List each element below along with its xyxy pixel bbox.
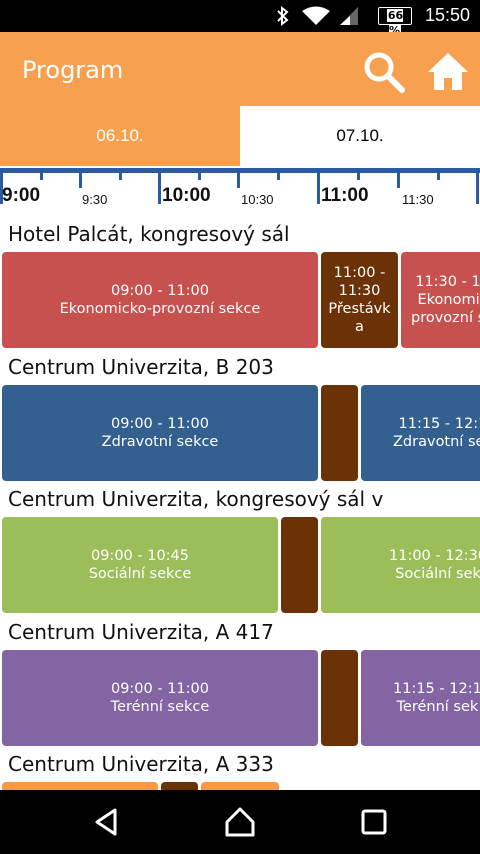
battery-icon: 66 %	[378, 7, 412, 37]
event-block[interactable]: 09:00 - 11:00 Terénní sekce	[2, 650, 318, 746]
room-title: Centrum Univerzita, A 333	[8, 752, 274, 776]
event-text: 09:00 - 11:00 Zdravotní sekce	[101, 416, 219, 450]
event-text: 11:15 - 12:1 Terénní sek	[393, 681, 480, 715]
wifi-icon	[302, 6, 330, 25]
status-bar: 66 % 15:50	[0, 0, 480, 37]
bluetooth-icon	[277, 6, 289, 26]
tick	[437, 168, 440, 180]
event-text: 11:00 - 11:30 Přestávk a	[328, 265, 391, 335]
room-title: Centrum Univerzita, A 417	[8, 620, 274, 644]
tick-10-30	[237, 168, 240, 188]
tick	[357, 168, 360, 180]
signal-icon	[340, 7, 358, 25]
room-title: Centrum Univerzita, kongresový sál v	[8, 487, 384, 511]
event-block[interactable]: 11:00 - 12:30 Sociální sek	[321, 517, 480, 613]
home-icon[interactable]	[426, 50, 470, 94]
system-nav-bar	[0, 790, 480, 854]
room-title: Hotel Palcát, kongresový sál	[8, 222, 290, 246]
event-text: 11:15 - 12:1 Zdravotní sek	[393, 416, 480, 450]
time-label: 10:30	[241, 192, 274, 207]
clock: 15:50	[424, 5, 470, 25]
event-block[interactable]: 11:15 - 12:1 Zdravotní sek	[361, 385, 480, 481]
event-block[interactable]: 11:00 - 11:30 Přestávk a	[321, 252, 398, 348]
tick-10-00	[158, 168, 161, 204]
tick-9-30	[79, 168, 82, 188]
app-bar: Program	[0, 32, 480, 106]
event-text: 11:30 - 12 Ekonomic provozní se	[411, 274, 480, 326]
event-block[interactable]: 11:30 - 12 Ekonomic provozní se	[401, 252, 480, 348]
tick	[40, 168, 43, 180]
app-title: Program	[22, 56, 124, 84]
time-label: 11:00	[321, 185, 369, 206]
event-block[interactable]: 11:15 - 12:1 Terénní sek	[361, 650, 480, 746]
tick	[277, 168, 280, 180]
tick-11-30	[397, 168, 400, 188]
tick-12-00	[476, 168, 479, 204]
recents-icon[interactable]	[358, 806, 390, 838]
date-tabs: 06.10. 07.10.	[0, 106, 480, 166]
time-label: 11:30	[402, 192, 434, 207]
room-title: Centrum Univerzita, B 203	[8, 355, 274, 379]
time-ruler: 9:00 9:30 10:00 10:30 11:00 11:30	[0, 168, 480, 210]
event-block[interactable]: 09:00 - 11:00 Zdravotní sekce	[2, 385, 318, 481]
search-icon[interactable]	[362, 50, 406, 94]
time-label: 9:00	[2, 185, 41, 206]
tick-11-00	[317, 168, 320, 204]
home-nav-icon[interactable]	[224, 806, 256, 838]
ruler-baseline	[0, 168, 480, 173]
event-text: 09:00 - 11:00 Terénní sekce	[110, 681, 210, 715]
event-text: 09:00 - 10:45 Sociální sekce	[88, 548, 192, 582]
time-label: 9:30	[82, 192, 108, 207]
event-block[interactable]	[321, 650, 358, 746]
event-block[interactable]	[321, 385, 358, 481]
event-block[interactable]: 09:00 - 10:45 Sociální sekce	[2, 517, 278, 613]
time-label: 10:00	[162, 185, 211, 206]
tab-07-10[interactable]: 07.10.	[240, 106, 480, 166]
tab-06-10[interactable]: 06.10.	[0, 106, 240, 166]
tick	[119, 168, 122, 180]
event-text: 11:00 - 12:30 Sociální sek	[389, 548, 480, 582]
event-block[interactable]	[281, 517, 318, 613]
tick	[198, 168, 201, 180]
back-icon[interactable]	[91, 806, 123, 838]
event-text: 09:00 - 11:00 Ekonomicko-provozní sekce	[59, 283, 261, 317]
event-block[interactable]: 09:00 - 11:00 Ekonomicko-provozní sekce	[2, 252, 318, 348]
